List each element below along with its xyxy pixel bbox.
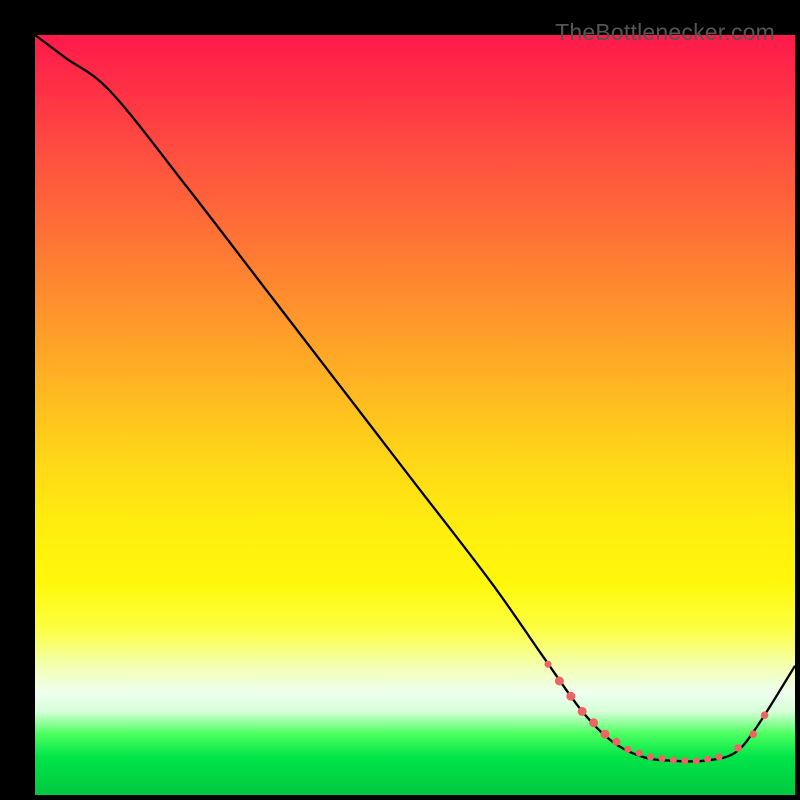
chart-svg xyxy=(35,35,795,795)
marker-dot xyxy=(578,707,587,716)
marker-dot xyxy=(566,692,575,701)
marker-dot xyxy=(589,718,598,727)
chart-frame: TheBottlenecker.com xyxy=(15,15,785,785)
marker-dot xyxy=(681,757,688,764)
marker-dot xyxy=(555,677,564,686)
marker-dot xyxy=(734,744,742,752)
marker-dot xyxy=(761,711,769,719)
marker-dot xyxy=(624,746,631,753)
marker-dot xyxy=(636,750,643,757)
marker-dot xyxy=(659,755,666,762)
marker-dot xyxy=(749,730,757,738)
marker-dot xyxy=(704,756,711,763)
plot-area xyxy=(35,35,795,795)
marker-dot xyxy=(693,757,700,764)
marker-dot xyxy=(716,754,723,761)
bottleneck-curve xyxy=(35,35,795,762)
marker-dot xyxy=(612,738,620,746)
marker-group xyxy=(545,661,769,765)
marker-dot xyxy=(647,754,654,761)
marker-dot xyxy=(601,730,610,739)
watermark-text: TheBottlenecker.com xyxy=(555,19,775,46)
marker-dot xyxy=(670,757,677,764)
marker-dot xyxy=(545,661,552,668)
